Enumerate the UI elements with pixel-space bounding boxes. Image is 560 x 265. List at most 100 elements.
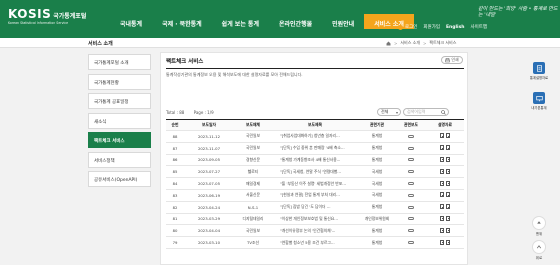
top-header: KOSIS 국가통계포털 Korean Statistical Informati… (0, 0, 560, 38)
link-icon[interactable] (408, 134, 414, 138)
row-related-article[interactable] (396, 157, 426, 162)
hwp-file-icon[interactable] (440, 227, 444, 233)
hwp-file-icon[interactable] (440, 239, 444, 245)
link-icon[interactable] (408, 170, 414, 174)
row-related-article[interactable] (396, 134, 426, 139)
hwp-file-icon[interactable] (440, 133, 444, 139)
row-related-article[interactable] (396, 181, 426, 186)
left-menu-item-release-schedule[interactable]: 국가통계 공표일정 (88, 93, 151, 109)
left-menu-item-stats-status[interactable]: 국가통계현황 (88, 73, 151, 90)
total-count: Total : 88 (166, 110, 185, 115)
table-row[interactable]: 79 2023-03-10 TV조선 "연합별 청소년 5용 조건 부르그… 통계청 (166, 237, 464, 249)
row-related-article[interactable] (396, 146, 426, 151)
hwp-file-icon[interactable] (440, 168, 444, 174)
nav-international-stats[interactable]: 국제 · 북한통계 (152, 14, 212, 29)
row-related-article[interactable] (396, 240, 426, 245)
link-icon[interactable] (408, 193, 414, 197)
hwp-file-icon[interactable] (440, 180, 444, 186)
left-menu-item-policy[interactable]: 서비스정책 (88, 151, 151, 168)
col-header-related: 관련보도 (404, 122, 418, 127)
row-explanation-files (426, 215, 464, 222)
col-header-title: 보도제목 (308, 122, 322, 127)
english-link[interactable]: English (446, 25, 464, 30)
row-related-article[interactable] (396, 228, 426, 233)
nav-online-publications[interactable]: 온라인간행물 (269, 14, 322, 29)
row-explanation-files (426, 180, 464, 187)
row-title-link[interactable]: "연합별 청소년 5용 조건 부르그… (272, 240, 358, 246)
pdf-file-icon[interactable] (446, 168, 450, 174)
breadcrumb-item-section[interactable]: 서비스 소개 (400, 40, 420, 46)
table-row[interactable]: 81 2023-03-29 디지털데일리 "이상한 개인정보보호법 및 통신요… 개인정… (166, 214, 464, 226)
scroll-up-button[interactable] (532, 240, 546, 254)
print-button[interactable]: 인쇄 (441, 56, 463, 64)
table-row[interactable]: 85 2023-07-27 헬로티 "[단독] 국세청, 연말 주식 '연령대별… 국세… (166, 166, 464, 179)
quick-item-label: 통계설명자료 (529, 76, 549, 80)
site-logo[interactable]: KOSIS 국가통계포털 Korean Statistical Informati… (8, 7, 86, 25)
hwp-file-icon[interactable] (440, 215, 444, 221)
table-row[interactable]: 83 2023-06-19 서울신문 "[현실과 연결] 전업 통계 부처 대리… 국세… (166, 190, 464, 202)
pdf-file-icon[interactable] (446, 239, 450, 245)
pdf-file-icon[interactable] (446, 156, 450, 162)
row-title-link[interactable]: "[취업사업대화하기] 청년층 일자리… (272, 133, 358, 139)
home-icon[interactable] (386, 41, 391, 46)
link-icon[interactable] (408, 241, 414, 245)
pdf-file-icon[interactable] (446, 227, 450, 233)
nav-domestic-stats[interactable]: 국내통계 (110, 14, 152, 29)
row-related-article[interactable] (396, 216, 426, 221)
row-title-link[interactable]: "[단독] 국세청, 연말 주식 '연령대별… (272, 169, 358, 175)
link-icon[interactable] (408, 182, 414, 186)
row-related-article[interactable] (396, 193, 426, 198)
scroll-top-label: 맨위 (535, 232, 543, 236)
table-row[interactable]: 82 2023-04-24 N-S-1 "[단독] 집밥 당긴 '도 담이더 … 통계청 (166, 202, 464, 214)
left-menu-item-factcheck[interactable]: 팩트체크 서비스 (88, 132, 151, 148)
pdf-file-icon[interactable] (446, 145, 450, 151)
left-menu-item-openapi[interactable]: 공유서비스(OpenAPI) (88, 171, 151, 187)
breadcrumb-item-current[interactable]: 팩트체크 서비스 (429, 40, 456, 46)
hwp-file-icon[interactable] (440, 204, 444, 210)
pdf-file-icon[interactable] (446, 192, 450, 198)
row-agency: 통계청 (371, 239, 383, 245)
hwp-file-icon[interactable] (440, 145, 444, 151)
signup-link[interactable]: 회원가입 (423, 24, 440, 30)
pdf-file-icon[interactable] (446, 133, 450, 139)
link-icon[interactable] (408, 146, 414, 150)
scroll-top-button[interactable] (532, 216, 546, 230)
search-scope-select[interactable]: 전체 ▾ (377, 108, 401, 116)
table-row[interactable]: 80 2023-04-04 국민일보 "개선이유정부 논의 '인건협의체'… 통계청 (166, 225, 464, 238)
row-title-link[interactable]: "[단독] 수입 중위 흔 판매량 '4배 축소… (272, 145, 358, 151)
row-related-article[interactable] (396, 169, 426, 174)
pdf-file-icon[interactable] (446, 180, 450, 186)
row-explanation-files (426, 239, 464, 246)
chevron-up-icon (536, 245, 542, 249)
hwp-file-icon[interactable] (440, 156, 444, 162)
link-icon[interactable] (408, 217, 414, 221)
login-link[interactable]: 로그인 (398, 24, 417, 30)
quick-item-my-stats[interactable]: 내가본통계 (526, 92, 552, 110)
nav-easy-stats[interactable]: 쉽게 보는 통계 (212, 14, 269, 29)
table-row[interactable]: 87 2023-11-07 국민일보 "[단독] 수입 중위 흔 판매량 '4배 축소… (166, 143, 464, 155)
row-agency: 국세청 (371, 192, 383, 198)
table-row[interactable]: 88 2023-11-12 국민일보 "[취업사업대화하기] 청년층 일자리… 통계청 (166, 131, 464, 143)
pdf-file-icon[interactable] (446, 215, 450, 221)
hwp-file-icon[interactable] (440, 192, 444, 198)
quick-item-stat-description[interactable]: 통계설명자료 (526, 62, 552, 80)
table-row[interactable]: 86 2023-09-05 경향신문 "통계청 가계동향조사 4배 통신사용… 통계청 (166, 155, 464, 167)
link-icon[interactable] (408, 158, 414, 162)
sitemap-link[interactable]: 사이트맵 (470, 24, 487, 30)
nav-civil-service[interactable]: 민원안내 (322, 14, 364, 29)
search-input[interactable]: 검색어입력 (403, 108, 449, 116)
row-related-article[interactable] (396, 205, 426, 210)
left-menu-item-kosis-intro[interactable]: 국가통계포털 소개 (88, 54, 151, 70)
search-icon[interactable] (441, 110, 446, 115)
link-icon[interactable] (408, 205, 414, 209)
left-menu-item-news[interactable]: 새소식 (88, 112, 151, 129)
row-title-link[interactable]: "이상한 개인정보보호법 및 통신요… (272, 216, 358, 222)
row-title-link[interactable]: "[현실과 연결] 전업 통계 부처 대리… (272, 192, 358, 198)
row-title-link[interactable]: "개선이유정부 논의 '인건협의체'… (272, 228, 358, 234)
link-icon[interactable] (408, 229, 414, 233)
pdf-file-icon[interactable] (446, 204, 450, 210)
row-title-link[interactable]: "올 '부동산 이주 설명' 세법개정안 반포… (272, 181, 358, 187)
table-row[interactable]: 84 2023-07-05 매일경제 "올 '부동산 이주 설명' 세법개정안 반포…… (166, 178, 464, 190)
row-title-link[interactable]: "[단독] 집밥 당긴 '도 담이더 … (272, 204, 358, 210)
row-title-link[interactable]: "통계청 가계동향조사 4배 통신사용… (272, 157, 358, 163)
